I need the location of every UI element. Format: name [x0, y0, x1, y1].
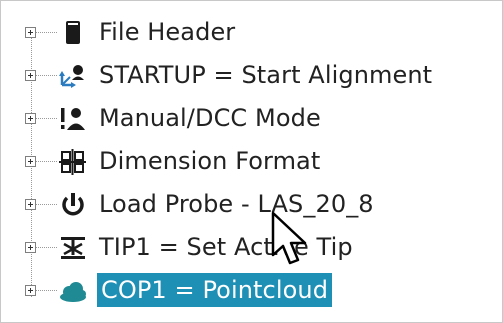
set-tip-icon [59, 235, 87, 261]
expand-toggle[interactable] [25, 113, 36, 124]
expand-toggle[interactable] [25, 27, 36, 38]
tree-connector [36, 161, 57, 162]
tree-item-dimension-format[interactable]: Dimension Format [1, 142, 503, 182]
program-tree-panel: File Header STARTUP = Start Alignment Ma… [0, 0, 503, 323]
tree-item-file-header[interactable]: File Header [1, 13, 503, 53]
expand-toggle[interactable] [25, 242, 36, 253]
alignment-icon [59, 63, 87, 89]
tree-connector [36, 290, 57, 291]
tree-item-label: File Header [99, 18, 236, 46]
tree-item-label-selected: COP1 = Pointcloud [97, 273, 333, 307]
tree-item-label: TIP1 = Set Active Tip [99, 233, 353, 261]
manual-mode-icon [59, 106, 87, 132]
tree-item-load-probe[interactable]: Load Probe - LAS_20_8 [1, 185, 503, 225]
expand-toggle[interactable] [25, 156, 36, 167]
expand-toggle[interactable] [25, 199, 36, 210]
tree-item-label: STARTUP = Start Alignment [99, 61, 433, 89]
tree-connector [36, 32, 57, 33]
tree-item-cop1[interactable]: COP1 = Pointcloud [1, 271, 503, 311]
tree-item-label: Dimension Format [99, 147, 321, 175]
tree-connector [36, 247, 57, 248]
tree-item-tip1[interactable]: TIP1 = Set Active Tip [1, 228, 503, 268]
tree-item-manual-dcc-mode[interactable]: Manual/DCC Mode [1, 99, 503, 139]
load-probe-icon [59, 192, 87, 218]
pointcloud-icon [59, 278, 87, 304]
tree-item-label: Load Probe - LAS_20_8 [99, 190, 374, 218]
tree-connector [36, 118, 57, 119]
tree-connector [36, 75, 57, 76]
expand-toggle[interactable] [25, 285, 36, 296]
tree-item-startup[interactable]: STARTUP = Start Alignment [1, 56, 503, 96]
tree-item-label: Manual/DCC Mode [99, 104, 321, 132]
tree-connector [36, 204, 57, 205]
file-header-icon [59, 20, 87, 46]
expand-toggle[interactable] [25, 70, 36, 81]
dimension-format-icon [59, 149, 87, 175]
